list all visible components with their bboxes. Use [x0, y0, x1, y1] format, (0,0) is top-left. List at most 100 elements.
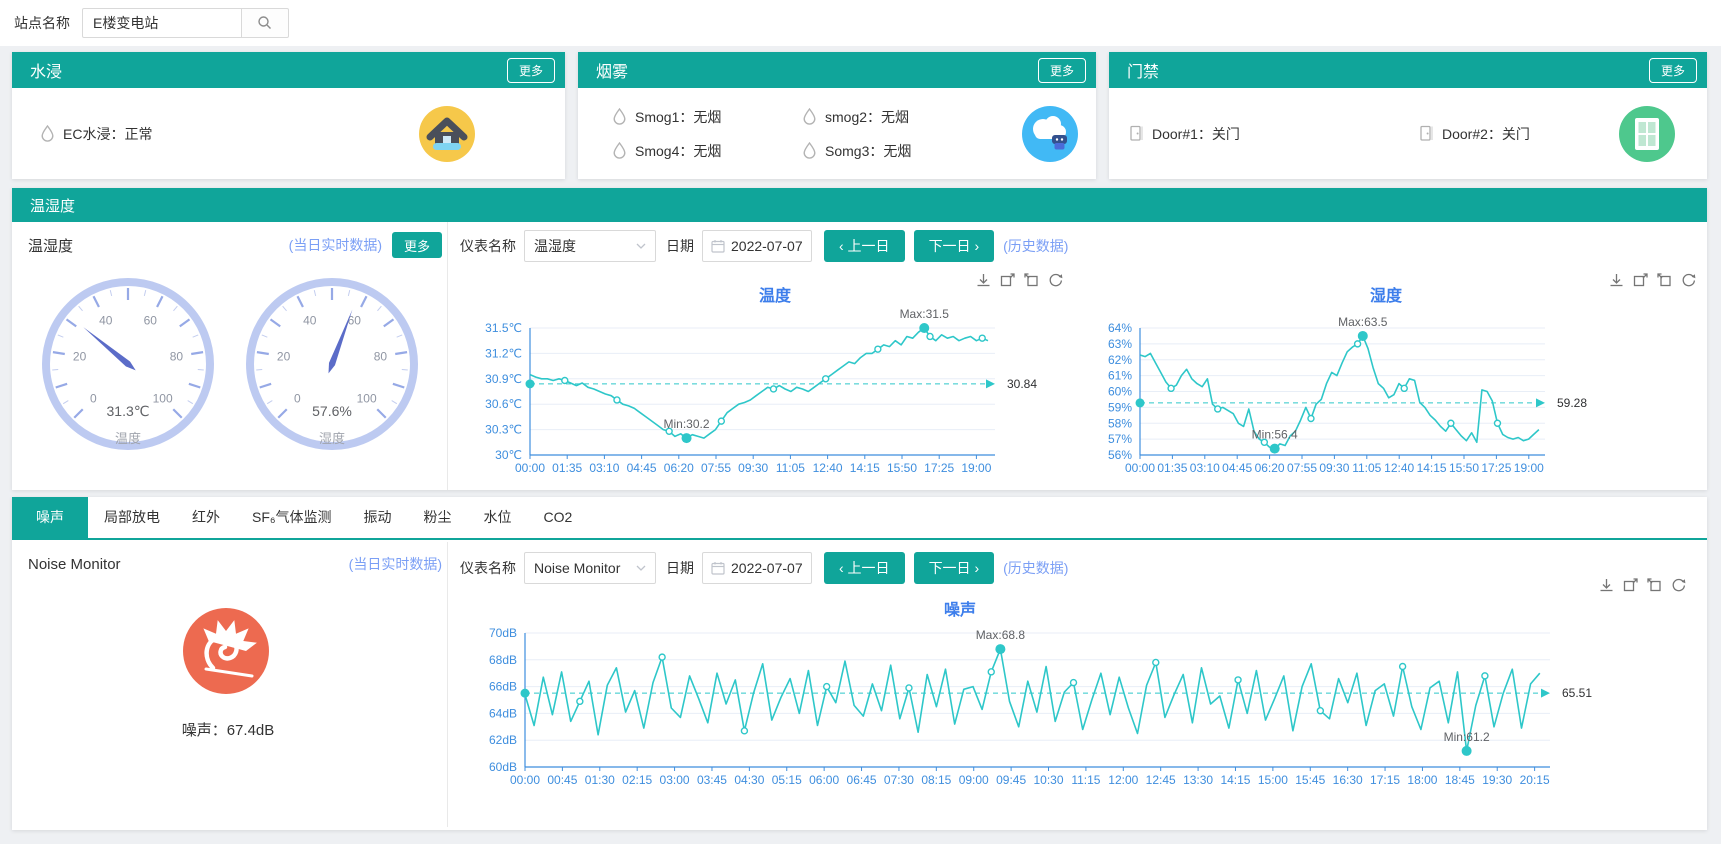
realtime-data-link[interactable]: (当日实时数据): [289, 235, 382, 255]
vertical-divider: [447, 542, 448, 827]
svg-text:16:30: 16:30: [1333, 773, 1363, 787]
svg-text:19:00: 19:00: [1514, 461, 1544, 475]
history-data-link[interactable]: (历史数据): [1003, 558, 1068, 578]
tab-sf6-gas[interactable]: SF₆气体监测: [236, 497, 348, 538]
tab-noise[interactable]: 噪声: [12, 497, 88, 538]
gauge-more-button[interactable]: 更多: [392, 232, 442, 258]
next-day-button[interactable]: 下一日 ›: [914, 552, 995, 584]
smoke-sensor-text: Smog1：无烟: [635, 107, 721, 127]
svg-text:65.51: 65.51: [1562, 686, 1592, 700]
water-card-title: 水浸: [30, 58, 62, 82]
noise-zone-header: Noise Monitor (当日实时数据): [28, 554, 442, 574]
smoke-badge: [1022, 106, 1078, 162]
gauge-zone-header: 温湿度 (当日实时数据) 更多: [28, 232, 442, 258]
gauge-zone-label: 温湿度: [28, 235, 73, 256]
site-search-input[interactable]: [82, 8, 242, 38]
svg-text:03:00: 03:00: [660, 773, 690, 787]
history-data-link[interactable]: (历史数据): [1003, 236, 1068, 256]
tab-co2[interactable]: CO2: [528, 497, 589, 538]
house-flood-icon: [419, 106, 475, 162]
door-leaf-icon: [1129, 125, 1144, 142]
chevron-down-icon: [636, 243, 646, 249]
svg-text:60dB: 60dB: [489, 760, 517, 774]
date-picker[interactable]: 2022-07-07: [702, 230, 812, 262]
door-card-body: Door#1：关门 Door#2：关门: [1109, 88, 1707, 179]
date-value: 2022-07-07: [731, 238, 803, 254]
noise-zone-label: Noise Monitor: [28, 556, 121, 573]
svg-text:59%: 59%: [1108, 400, 1132, 414]
svg-text:湿度: 湿度: [319, 431, 345, 446]
smoke-items-grid: Smog1：无烟 smog2：无烟 Smog4：无烟 Somg3：无烟: [612, 107, 992, 161]
svg-text:19:00: 19:00: [961, 461, 991, 475]
meter-select-value: Noise Monitor: [534, 560, 620, 576]
noise-reading: 噪声：67.4dB: [108, 719, 348, 740]
temp-humidity-panel-header: 温湿度: [12, 188, 1707, 222]
temp-humidity-panel: 温湿度 温湿度 (当日实时数据) 更多 02040608010031.3℃温度 …: [12, 188, 1707, 490]
droplet-icon: [612, 108, 627, 125]
prev-day-button[interactable]: ‹ 上一日: [824, 230, 905, 262]
tab-dust[interactable]: 粉尘: [408, 497, 468, 538]
svg-text:60: 60: [144, 313, 158, 327]
svg-text:15:50: 15:50: [1449, 461, 1479, 475]
humidity-chart: 64%63%62%61%60%59%58%57%56%00:0001:3503:…: [1065, 268, 1707, 488]
realtime-data-link[interactable]: (当日实时数据): [349, 554, 442, 574]
svg-text:08:15: 08:15: [921, 773, 951, 787]
search-button[interactable]: [242, 8, 289, 38]
noise-badge: [183, 608, 269, 694]
svg-text:09:30: 09:30: [1319, 461, 1349, 475]
svg-text:Min:30.2: Min:30.2: [664, 417, 710, 431]
svg-text:61%: 61%: [1108, 369, 1132, 383]
smoke-sensor-item: smog2：无烟: [802, 107, 992, 127]
smoke-sensor-text: Somg3：无烟: [825, 141, 911, 161]
search-icon: [257, 15, 273, 31]
svg-text:Max:63.5: Max:63.5: [1338, 315, 1388, 329]
calendar-icon: [711, 239, 725, 253]
temp-humidity-panel-title: 温湿度: [30, 195, 75, 216]
date-picker[interactable]: 2022-07-07: [702, 552, 812, 584]
door-card-title: 门禁: [1127, 58, 1159, 82]
svg-text:12:00: 12:00: [1108, 773, 1138, 787]
tab-vibration[interactable]: 振动: [348, 497, 408, 538]
svg-text:12:40: 12:40: [1384, 461, 1414, 475]
meter-name-label: 仪表名称: [460, 236, 516, 256]
droplet-icon: [40, 125, 55, 142]
droplet-icon: [802, 142, 817, 159]
svg-text:05:15: 05:15: [772, 773, 802, 787]
svg-text:Min:56.4: Min:56.4: [1252, 428, 1298, 442]
smoke-card: 烟雾 更多 Smog1：无烟 smog2：无烟 Smog4：无烟: [578, 52, 1096, 179]
svg-text:56%: 56%: [1108, 448, 1132, 462]
svg-text:Min:61.2: Min:61.2: [1444, 730, 1490, 744]
svg-text:100: 100: [153, 392, 173, 406]
water-more-button[interactable]: 更多: [507, 58, 555, 83]
noise-chart: 70dB68dB66dB64dB62dB60dB00:0000:4501:300…: [455, 592, 1707, 792]
chevron-down-icon: [636, 565, 646, 571]
svg-text:63%: 63%: [1108, 337, 1132, 351]
smoke-sensor-item: Somg3：无烟: [802, 141, 992, 161]
tab-partial-discharge[interactable]: 局部放电: [88, 497, 176, 538]
svg-text:66dB: 66dB: [489, 680, 517, 694]
temperature-gauge: 02040608010031.3℃温度: [28, 264, 228, 474]
svg-text:20: 20: [73, 349, 87, 363]
svg-text:30.9℃: 30.9℃: [485, 372, 522, 386]
water-sensor-item: EC水浸：正常: [40, 124, 152, 144]
meter-select[interactable]: 温湿度: [524, 230, 656, 262]
water-badge: [419, 106, 475, 162]
svg-text:07:55: 07:55: [701, 461, 731, 475]
prev-day-button[interactable]: ‹ 上一日: [824, 552, 905, 584]
svg-text:31.5℃: 31.5℃: [485, 321, 522, 335]
svg-text:20:15: 20:15: [1520, 773, 1550, 787]
door-leaf-icon: [1419, 125, 1434, 142]
svg-text:31.3℃: 31.3℃: [107, 403, 150, 419]
svg-text:06:45: 06:45: [847, 773, 877, 787]
tab-infrared[interactable]: 红外: [176, 497, 236, 538]
door-more-button[interactable]: 更多: [1649, 58, 1697, 83]
svg-text:09:00: 09:00: [959, 773, 989, 787]
meter-select[interactable]: Noise Monitor: [524, 552, 656, 584]
svg-text:00:00: 00:00: [1125, 461, 1155, 475]
meter-name-label: 仪表名称: [460, 558, 516, 578]
smoke-detector-icon: [1022, 106, 1078, 162]
next-day-button[interactable]: 下一日 ›: [914, 230, 995, 262]
tab-water-level[interactable]: 水位: [468, 497, 528, 538]
dashboard-page: 站点名称 水浸 更多 EC水浸：正常: [0, 0, 1721, 844]
smoke-more-button[interactable]: 更多: [1038, 58, 1086, 83]
